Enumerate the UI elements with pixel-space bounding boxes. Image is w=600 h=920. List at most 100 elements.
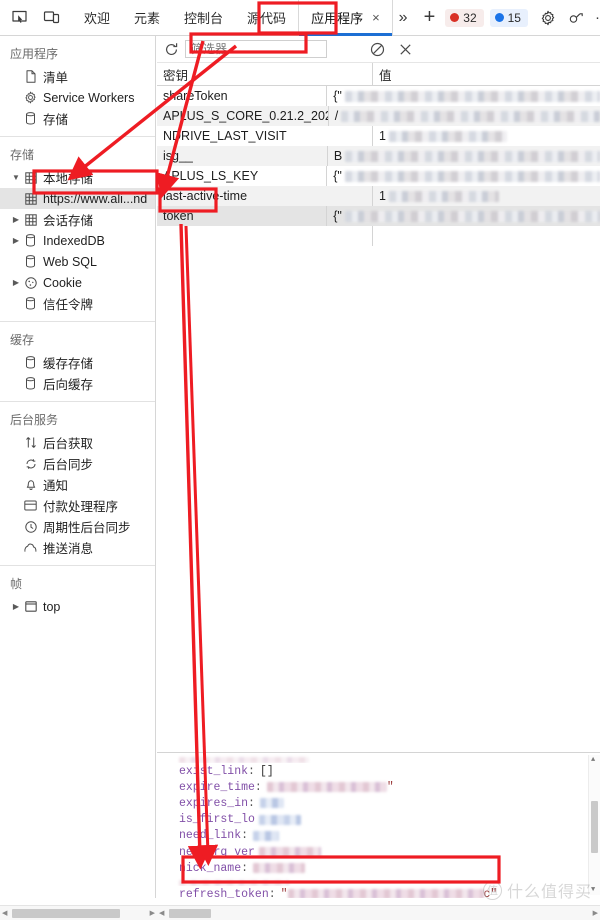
sidebar-horizontal-scrollbar[interactable]: ◀ ▶ — [0, 905, 157, 920]
table-row[interactable]: APLUS_S_CORE_0.21.2_20220112193331_... / — [157, 106, 600, 126]
sidebar-item-cache-storage[interactable]: 缓存存储 — [0, 352, 155, 373]
cell-value-empty — [373, 226, 600, 246]
scroll-down-arrow-icon[interactable]: ▼ — [591, 886, 595, 894]
table-empty-row[interactable] — [157, 226, 600, 246]
table-row-selected[interactable]: token {" — [157, 206, 600, 226]
sidebar-section-title: 存储 — [10, 148, 35, 162]
sidebar-item-manifest[interactable]: 清单 — [0, 66, 155, 87]
error-badge[interactable]: 32 — [445, 8, 484, 27]
detail-line-clipped-top — [157, 753, 600, 763]
no-entry-icon[interactable] — [363, 36, 391, 63]
cloud-icon — [22, 543, 39, 553]
detail-colon: : — [248, 764, 255, 778]
chevron-right-icon[interactable]: ▶ — [10, 236, 22, 245]
scroll-left-arrow-icon[interactable]: ◀ — [159, 909, 164, 917]
cell-value-prefix: {" — [333, 209, 342, 223]
sidebar-item-periodic-background-sync[interactable]: 周期性后台同步 — [0, 516, 155, 537]
tab-close-icon[interactable]: × — [372, 11, 380, 24]
more-icon[interactable]: ··· — [590, 0, 600, 36]
cell-key-empty — [157, 226, 373, 246]
storage-table[interactable]: 密钥 值 shareToken {" APLUS_S_CORE_0.21.2_2… — [157, 63, 600, 246]
cell-key: shareToken — [157, 86, 328, 106]
application-sidebar[interactable]: 应用程序 清单 Service Workers 存储 存储 ▼ 本地存储 htt… — [0, 36, 156, 898]
detail-line: expire_time : " — [157, 779, 600, 795]
sidebar-item-local-storage[interactable]: ▼ 本地存储 — [0, 167, 155, 188]
table-row[interactable]: isg__ B — [157, 146, 600, 166]
sidebar-item-indexeddb[interactable]: ▶ IndexedDB — [0, 230, 155, 251]
chevron-right-icon[interactable]: ▶ — [10, 602, 22, 611]
redacted-text — [179, 880, 289, 887]
sidebar-item-storage[interactable]: 存储 — [0, 108, 155, 129]
tab-welcome[interactable]: 欢迎 — [72, 0, 122, 36]
sync-icon — [22, 458, 39, 470]
sidebar-item-background-sync[interactable]: 后台同步 — [0, 453, 155, 474]
scroll-right-arrow-icon[interactable]: ▶ — [150, 909, 155, 917]
detail-horizontal-scrollbar[interactable]: ◀ ▶ — [157, 905, 600, 920]
column-header-value[interactable]: 值 — [373, 63, 600, 85]
chevron-right-icon[interactable]: ▶ — [10, 278, 22, 287]
cell-value: / — [329, 106, 600, 126]
sidebar-section-cache: 缓存 缓存存储 后向缓存 — [0, 322, 155, 402]
redacted-value — [344, 170, 600, 182]
detail-line-refresh-token: refresh_token : " c" — [157, 886, 600, 898]
table-row[interactable]: last-active-time 1 — [157, 186, 600, 206]
sidebar-item-top-frame[interactable]: ▶ top — [0, 596, 155, 617]
redacted-value — [253, 830, 280, 841]
sidebar-item-notifications[interactable]: 通知 — [0, 474, 155, 495]
scrollbar-thumb[interactable] — [591, 801, 598, 853]
refresh-icon[interactable] — [157, 36, 185, 63]
info-badge[interactable]: 15 — [489, 8, 528, 27]
sidebar-item-web-sql[interactable]: ▶ Web SQL — [0, 251, 155, 272]
detail-line: exist_link : [] — [157, 763, 600, 779]
table-icon — [22, 192, 39, 205]
detail-vertical-scrollbar[interactable]: ▲ ▼ — [588, 755, 600, 895]
detail-line: need_rq_ver — [157, 844, 600, 860]
tab-sources[interactable]: 源代码 — [235, 0, 298, 36]
detail-colon: : — [268, 887, 276, 898]
scroll-up-arrow-icon[interactable]: ▲ — [591, 756, 595, 764]
sidebar-section-application: 应用程序 清单 Service Workers 存储 — [0, 36, 155, 137]
tab-label: 控制台 — [184, 11, 224, 26]
sidebar-item-payment-handler[interactable]: 付款处理程序 — [0, 495, 155, 516]
sidebar-item-origin[interactable]: https://www.ali...nd — [0, 188, 155, 209]
detail-key: is_first_lo — [179, 813, 255, 827]
device-toolbar-icon[interactable] — [38, 5, 64, 31]
tab-elements[interactable]: 元素 — [122, 0, 172, 36]
new-tab-button[interactable]: + — [414, 0, 446, 36]
scrollbar-thumb[interactable] — [12, 909, 120, 918]
tab-application[interactable]: 应用程序 × — [298, 0, 393, 36]
chevron-down-icon[interactable]: ▼ — [10, 173, 22, 182]
sidebar-item-background-fetch[interactable]: 后台获取 — [0, 432, 155, 453]
tab-overflow-icon[interactable]: » — [393, 0, 414, 36]
sidebar-item-cookie[interactable]: ▶ Cookie — [0, 272, 155, 293]
close-x-icon[interactable] — [391, 36, 419, 63]
redacted-value — [287, 889, 484, 898]
scroll-left-arrow-icon[interactable]: ◀ — [2, 909, 7, 917]
scrollbar-thumb[interactable] — [169, 909, 211, 918]
detail-key: refresh_token — [179, 887, 269, 898]
sidebar-item-service-workers[interactable]: Service Workers — [0, 87, 155, 108]
sidebar-section-title: 帧 — [10, 577, 23, 591]
devices-icon[interactable] — [562, 0, 590, 36]
table-row[interactable]: shareToken {" — [157, 86, 600, 106]
tab-console[interactable]: 控制台 — [172, 0, 235, 36]
sidebar-item-push-messaging[interactable]: 推送消息 — [0, 537, 155, 558]
sidebar-section-title: 应用程序 — [10, 47, 59, 61]
detail-line: is_first_lo — [157, 812, 600, 828]
cell-value: {" — [327, 86, 600, 106]
gear-icon[interactable] — [534, 0, 562, 36]
inspect-cursor-icon[interactable] — [6, 5, 32, 31]
devtools-window: 欢迎 元素 控制台 源代码 应用程序 × » + 32 15 应用程序 清单 S… — [0, 0, 600, 920]
tab-label: 元素 — [134, 11, 161, 26]
table-row[interactable]: APLUS_LS_KEY {" — [157, 166, 600, 186]
cell-key: last-active-time — [157, 186, 373, 206]
sidebar-item-back-forward-cache[interactable]: 后向缓存 — [0, 373, 155, 394]
chevron-right-icon[interactable]: ▶ — [10, 215, 22, 224]
sidebar-item-session-storage[interactable]: ▶ 会话存储 — [0, 209, 155, 230]
value-preview-panel[interactable]: exist_link : [] expire_time : " expires_… — [157, 752, 600, 898]
table-row[interactable]: NDRIVE_LAST_VISIT 1 — [157, 126, 600, 146]
sidebar-item-trust-tokens[interactable]: ▶ 信任令牌 — [0, 293, 155, 314]
scroll-right-arrow-icon[interactable]: ▶ — [593, 909, 598, 917]
filter-input[interactable] — [185, 40, 327, 58]
column-header-key[interactable]: 密钥 — [157, 63, 373, 85]
